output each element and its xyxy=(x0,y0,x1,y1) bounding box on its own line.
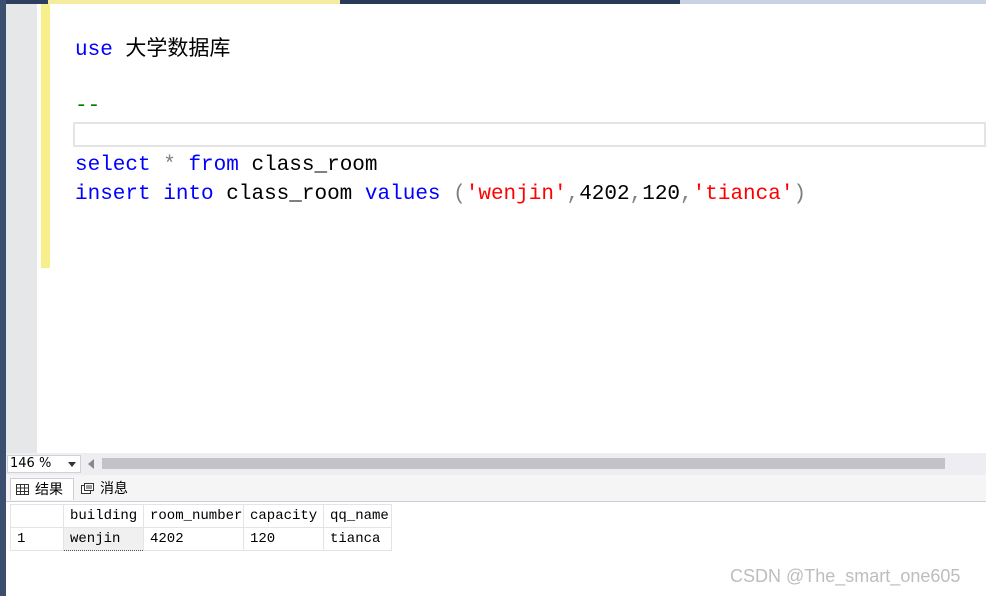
comment-text: -- xyxy=(75,95,101,118)
horizontal-scrollbar-thumb[interactable] xyxy=(102,458,945,469)
comma: , xyxy=(566,183,580,206)
code-line-select[interactable]: select * from class_room xyxy=(75,151,378,180)
chevron-down-icon[interactable] xyxy=(68,462,76,467)
table-name: class_room xyxy=(251,154,378,177)
zoom-dropdown[interactable]: 146 % xyxy=(7,455,81,473)
tab-messages-label: 消息 xyxy=(100,481,128,497)
keyword-insert: insert xyxy=(75,183,151,206)
close-paren: ) xyxy=(793,183,807,206)
zoom-value: 146 % xyxy=(10,456,52,471)
keyword-values: values xyxy=(364,183,441,206)
column-header-qq-name[interactable]: qq_name xyxy=(323,504,392,528)
number-literal: 4202 xyxy=(579,183,630,206)
row-number-header[interactable] xyxy=(10,504,64,528)
results-tab-bar: 结果 消息 xyxy=(6,475,986,502)
comma: , xyxy=(680,183,693,206)
comma: , xyxy=(629,183,643,206)
message-icon xyxy=(81,483,94,494)
number-literal: 120 xyxy=(642,183,681,206)
editor-status-bar: 146 % xyxy=(6,453,986,475)
keyword-from: from xyxy=(188,154,239,177)
table-row[interactable]: 1 wenjin 4202 120 tianca xyxy=(10,527,392,551)
code-line-insert[interactable]: insert into class_room values ('wenjin',… xyxy=(75,180,806,209)
row-number[interactable]: 1 xyxy=(10,527,64,551)
watermark: CSDN @The_smart_one605 xyxy=(730,566,961,586)
table-name: class_room xyxy=(226,183,353,206)
column-header-capacity[interactable]: capacity xyxy=(243,504,324,528)
column-header-building[interactable]: building xyxy=(63,504,144,528)
string-literal: 'tianca' xyxy=(692,183,794,206)
grid-cell-building[interactable]: wenjin xyxy=(63,527,144,551)
scroll-left-arrow-icon[interactable] xyxy=(88,459,94,469)
current-line-highlight[interactable] xyxy=(73,122,986,147)
code-line-use[interactable]: use 大学数据库 xyxy=(75,34,230,63)
keyword-select: select xyxy=(75,154,151,177)
string-literal: 'wenjin' xyxy=(465,183,567,206)
grid-cell-room-number[interactable]: 4202 xyxy=(143,527,244,551)
keyword-into: into xyxy=(163,183,214,206)
editor-gutter xyxy=(6,4,37,453)
grid-cell-qq-name[interactable]: tianca xyxy=(323,527,392,551)
tab-results-label: 结果 xyxy=(35,482,63,498)
grid-header-row: building room_number capacity qq_name xyxy=(10,504,392,528)
code-line-comment[interactable]: -- xyxy=(75,92,100,121)
database-name: 大学数据库 xyxy=(125,36,231,60)
grid-icon xyxy=(16,484,29,495)
tab-results[interactable]: 结果 xyxy=(10,478,74,500)
operator-star: * xyxy=(163,154,176,177)
column-header-room-number[interactable]: room_number xyxy=(143,504,244,528)
tab-messages[interactable]: 消息 xyxy=(76,478,136,500)
open-paren: ( xyxy=(453,183,466,206)
code-area[interactable]: use 大学数据库 -- select * from class_room in… xyxy=(73,4,986,453)
change-tracking-bar xyxy=(41,4,50,268)
query-editor[interactable]: use 大学数据库 -- select * from class_room in… xyxy=(6,4,986,453)
results-grid[interactable]: building room_number capacity qq_name 1 … xyxy=(10,504,392,551)
keyword-use: use xyxy=(75,39,113,62)
grid-cell-capacity[interactable]: 120 xyxy=(243,527,324,551)
